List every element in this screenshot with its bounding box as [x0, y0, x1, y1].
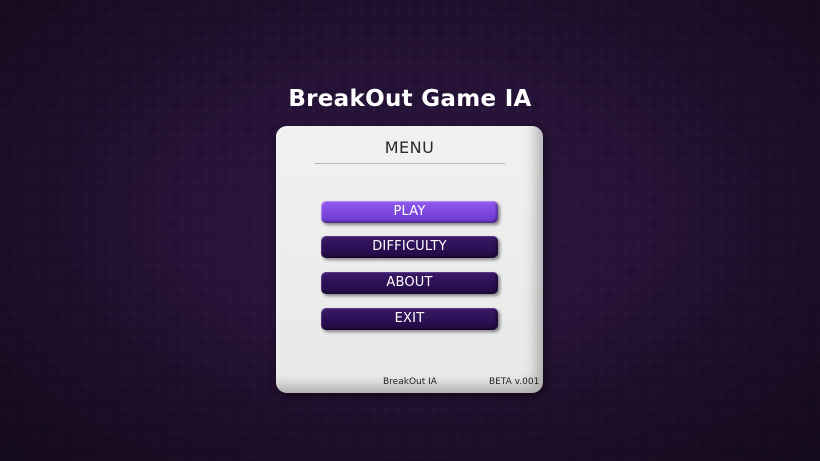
game-title: BreakOut Game IA — [288, 86, 532, 112]
footer-version: BETA v.001 — [489, 377, 540, 387]
exit-button[interactable]: EXIT — [321, 308, 498, 330]
heading-divider — [315, 163, 505, 164]
about-button[interactable]: ABOUT — [321, 272, 498, 294]
menu-panel: MENU PLAY DIFFICULTY ABOUT EXIT BreakOut… — [276, 126, 543, 393]
difficulty-button[interactable]: DIFFICULTY — [321, 236, 498, 258]
play-button[interactable]: PLAY — [321, 201, 498, 223]
footer-game-name: BreakOut IA — [383, 377, 437, 387]
menu-heading: MENU — [384, 138, 435, 157]
